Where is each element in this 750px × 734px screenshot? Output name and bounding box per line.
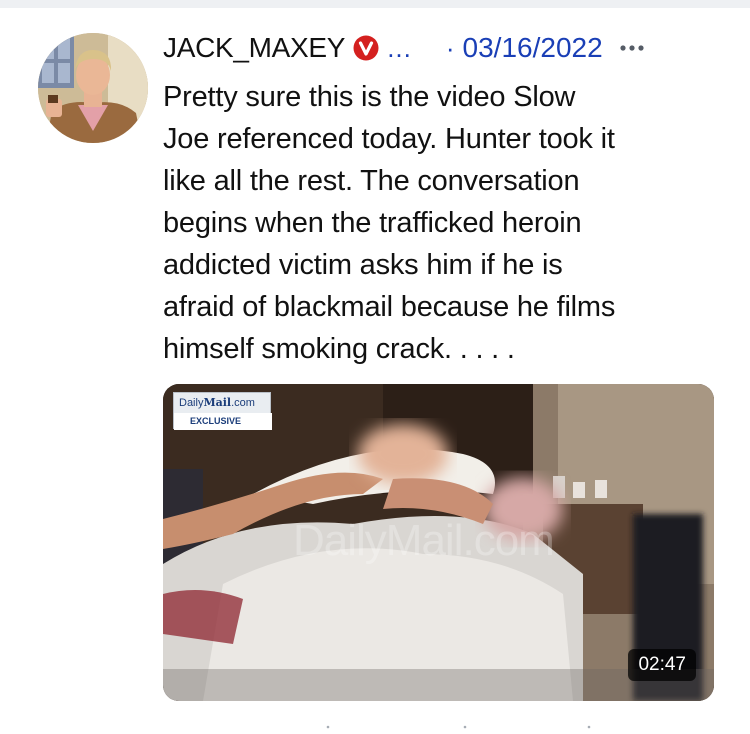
source-badge: DailyMail.com EXCLUSIVE xyxy=(173,392,272,430)
username[interactable]: JACK_MAXEY xyxy=(163,32,345,64)
separator: · xyxy=(445,32,455,63)
exclusive-tag: EXCLUSIVE xyxy=(174,413,272,430)
video-duration-badge: 02:47 xyxy=(628,649,696,681)
post-card[interactable]: JACK_MAXEY ... · 03/16/2022 Pretty sure … xyxy=(0,8,750,729)
video-thumbnail[interactable]: DailyMail.com EXCLUSIVE DailyMail.com 02… xyxy=(163,384,714,701)
post-date[interactable]: 03/16/2022 xyxy=(463,32,603,64)
post-text: Pretty sure this is the video Slow Joe r… xyxy=(163,81,616,365)
post-header: JACK_MAXEY ... · 03/16/2022 xyxy=(163,28,733,68)
top-divider xyxy=(0,0,750,8)
name-overflow: ... xyxy=(387,32,412,63)
avatar[interactable] xyxy=(38,33,148,143)
more-dots-icon[interactable] xyxy=(617,33,647,63)
video-watermark: DailyMail.com xyxy=(293,516,555,565)
verified-badge-icon xyxy=(353,35,379,61)
action-bar-edge xyxy=(163,713,714,729)
source-logo: DailyMail.com xyxy=(179,396,255,409)
